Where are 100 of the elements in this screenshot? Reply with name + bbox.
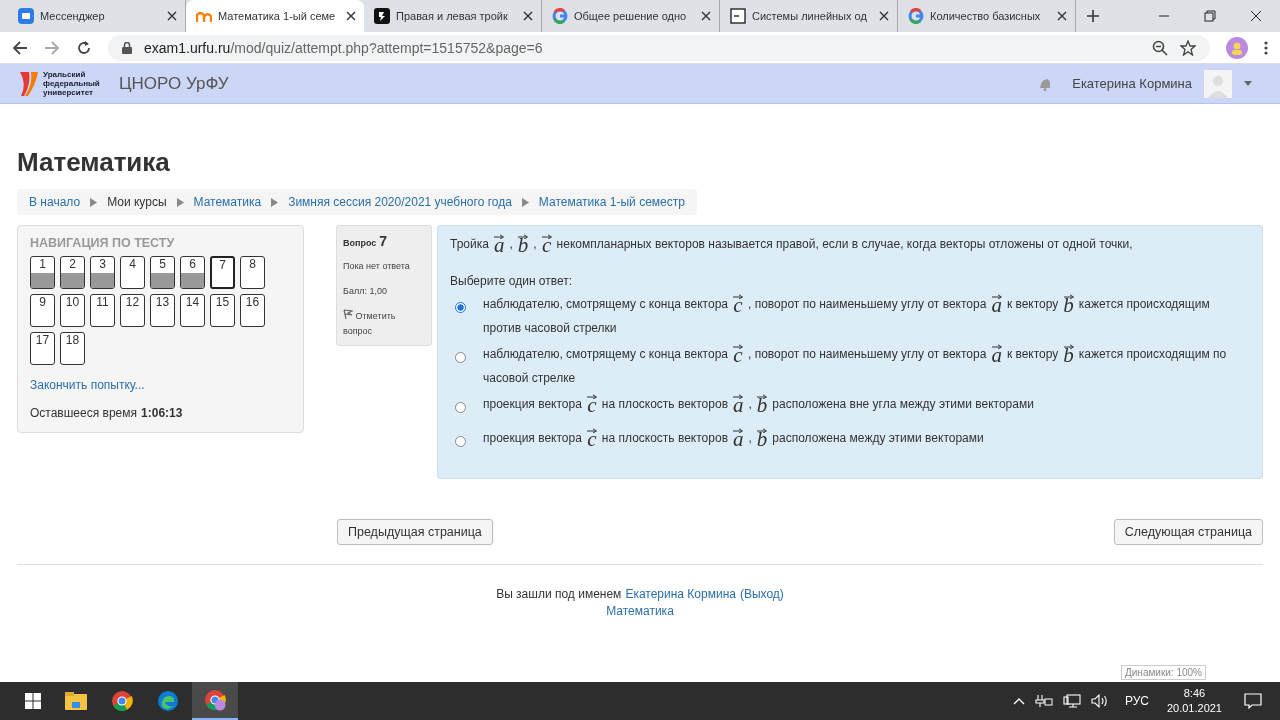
site-name[interactable]: ЦНОРО УрФУ — [119, 73, 229, 94]
question-nav-button[interactable]: 12 — [120, 294, 145, 327]
answer-text: кажется происходящим по — [1078, 346, 1227, 363]
back-arrow-icon[interactable] — [12, 39, 28, 56]
logout-link[interactable]: (Выход) — [739, 587, 784, 601]
breadcrumb-link[interactable]: В начало — [29, 195, 81, 209]
previous-page-button[interactable]: Предыдущая страница — [337, 519, 493, 545]
answer-text: , поворот по наименьшему углу от вектора — [748, 346, 987, 363]
next-page-button[interactable]: Следующая страница — [1113, 519, 1263, 545]
radio-button[interactable] — [455, 302, 466, 313]
vector-arrow-icon — [733, 394, 744, 399]
g-icon — [552, 8, 568, 24]
vector-symbol: b — [517, 234, 529, 254]
dropdown-caret-icon[interactable] — [1244, 81, 1252, 86]
question-nav-button[interactable]: 16 — [240, 294, 265, 327]
answer-text: к вектору — [1006, 346, 1059, 363]
chrome-icon[interactable] — [111, 690, 133, 712]
university-logo-icon — [18, 69, 40, 98]
edge-icon[interactable] — [157, 690, 179, 712]
question-text: , — [533, 237, 537, 251]
close-icon[interactable] — [701, 11, 711, 21]
question-nav-button[interactable]: 15 — [210, 294, 235, 327]
keyboard-language[interactable]: РУС — [1124, 694, 1149, 708]
question-nav-button[interactable]: 8 — [240, 256, 265, 289]
close-icon[interactable] — [879, 11, 889, 21]
question-nav-button[interactable]: 14 — [180, 294, 205, 327]
radio-button[interactable] — [455, 402, 466, 413]
question-nav-button[interactable]: 18 — [60, 332, 85, 365]
question-nav-button[interactable]: 10 — [60, 294, 85, 327]
vector-arrow-icon — [733, 428, 744, 433]
zoom-icon[interactable] — [1152, 39, 1168, 56]
vector-arrow-icon — [1063, 344, 1074, 349]
star-icon[interactable] — [1180, 39, 1196, 56]
question-nav-button[interactable]: 17 — [30, 332, 55, 365]
vector-symbol: a — [733, 428, 744, 448]
vector-symbol: b — [1063, 344, 1074, 364]
vector-symbol: a — [733, 394, 744, 414]
question-nav-button[interactable]: 6 — [180, 256, 205, 289]
question-status: Пока нет ответа — [343, 260, 411, 273]
answer-prompt: Выберите один ответ: — [450, 274, 574, 288]
breadcrumb-link[interactable]: Зимняя сессия 2020/2021 учебного года — [288, 195, 512, 209]
reload-icon[interactable] — [76, 39, 92, 56]
question-text: Тройка — [450, 237, 489, 251]
vector-arrow-icon — [1063, 294, 1074, 299]
answer-text: расположена между этими векторами — [772, 430, 984, 447]
power-icon[interactable] — [1034, 694, 1053, 708]
chevron-up-icon[interactable] — [1012, 697, 1025, 705]
question-nav-button[interactable]: 9 — [30, 294, 55, 327]
vector-arrow-icon — [541, 234, 552, 239]
restore-icon[interactable] — [1204, 10, 1216, 22]
vector-symbol: c — [733, 294, 743, 314]
question-nav-button[interactable]: 11 — [90, 294, 115, 327]
clock[interactable]: 8:46 20.01.2021 — [1166, 686, 1222, 716]
vector-symbol: a — [493, 234, 505, 254]
user-name[interactable]: Екатерина Кормина — [1072, 76, 1192, 91]
lightning-icon — [374, 8, 390, 24]
vector-arrow-icon — [757, 428, 768, 433]
browser-tab[interactable]: Математика 1-ый семе — [186, 0, 364, 32]
vector-arrow-icon — [586, 394, 597, 399]
url-text: exam1.urfu.ru/mod/quiz/attempt.php?attempt=1515752&page=6 — [144, 39, 543, 56]
folder-icon[interactable] — [65, 692, 87, 710]
question-nav-button[interactable]: 2 — [60, 256, 85, 289]
vector-arrow-icon — [757, 394, 768, 399]
new-tab-icon[interactable] — [1086, 9, 1100, 23]
vector-symbol: c — [733, 344, 743, 364]
question-nav-button[interactable]: 5 — [150, 256, 175, 289]
close-icon[interactable] — [167, 11, 177, 21]
question-nav-button[interactable]: 4 — [120, 256, 145, 289]
close-icon[interactable] — [1057, 11, 1067, 21]
breadcrumb-link[interactable]: Математика 1-ый семестр — [538, 195, 685, 209]
vector-arrow-icon — [494, 234, 505, 239]
vector-arrow-icon — [991, 294, 1002, 299]
user-profile-link[interactable]: Екатерина Кормина — [625, 587, 736, 601]
volume-tooltip: Динамики: 100% — [1121, 665, 1206, 680]
address-field[interactable]: exam1.urfu.ru/mod/quiz/attempt.php?attempt=1515752&page=6 — [108, 34, 1210, 61]
radio-button[interactable] — [455, 436, 466, 447]
breadcrumb-link[interactable]: Математика — [193, 195, 262, 209]
page-icon — [730, 8, 746, 24]
logo-text: Уральский федеральный университет — [43, 70, 101, 97]
network-icon[interactable] — [1062, 694, 1081, 708]
radio-button[interactable] — [455, 352, 466, 363]
course-link[interactable]: Математика — [606, 604, 674, 618]
flag-question-link[interactable]: Отметить вопрос — [343, 309, 425, 339]
question-nav-button[interactable]: 13 — [150, 294, 175, 327]
vector-symbol: b — [756, 428, 768, 448]
finish-attempt-link[interactable]: Закончить попытку... — [30, 378, 291, 392]
close-icon[interactable] — [523, 11, 533, 21]
close-icon[interactable] — [346, 11, 356, 21]
answer-text: проекция вектора — [483, 430, 582, 447]
chrome-profile-icon[interactable] — [204, 689, 226, 711]
close-icon[interactable] — [1250, 10, 1262, 22]
speaker-icon[interactable] — [1090, 694, 1109, 708]
question-nav-button[interactable]: 7 — [210, 256, 235, 289]
avatar-icon[interactable] — [1226, 36, 1248, 59]
menu-icon[interactable] — [1264, 39, 1268, 56]
windows-start-icon[interactable] — [25, 693, 41, 709]
question-nav-button[interactable]: 3 — [90, 256, 115, 289]
notifications-icon[interactable] — [1244, 693, 1262, 709]
answer-text: к вектору — [1006, 296, 1059, 313]
question-nav-button[interactable]: 1 — [30, 256, 55, 289]
